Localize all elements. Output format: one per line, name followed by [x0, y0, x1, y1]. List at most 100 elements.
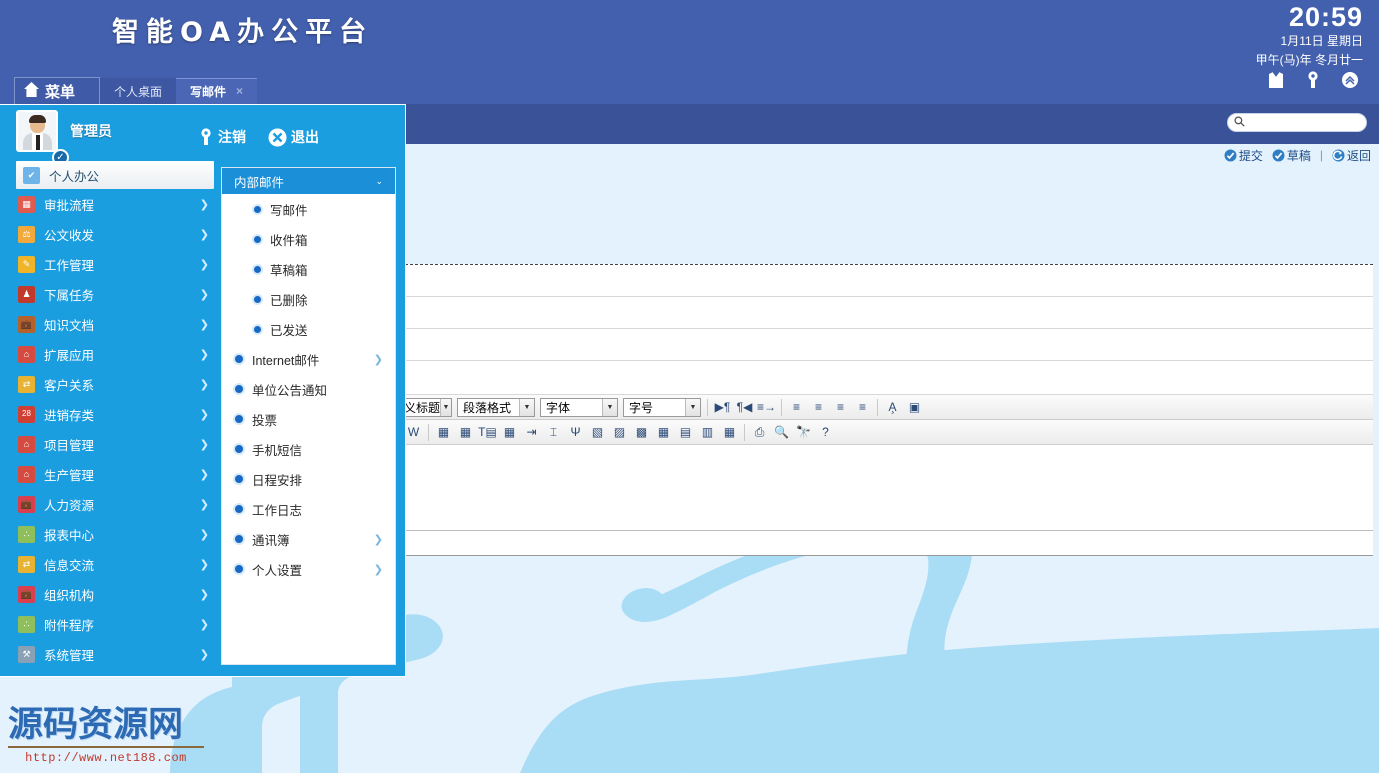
submit-button[interactable]: 提交 — [1224, 147, 1263, 164]
watermark-url: http://www.net188.com — [8, 751, 204, 765]
insert-row-icon[interactable]: ▦ — [499, 422, 520, 443]
chevron-down-icon[interactable]: ▼ — [519, 399, 534, 416]
submenu-item-6[interactable]: Internet邮件❯ — [222, 344, 395, 374]
bullet-icon — [235, 475, 243, 483]
word-doc-icon[interactable]: W — [403, 422, 424, 443]
preview-icon[interactable]: 🔍 — [771, 422, 792, 443]
personal-office-icon: ✔ — [23, 167, 40, 184]
submenu-item-3[interactable]: 草稿箱 — [222, 254, 395, 284]
chevron-right-icon: ❯ — [200, 258, 209, 271]
organization-icon: 💼 — [18, 586, 35, 603]
delete-table-icon[interactable]: ▦ — [455, 422, 476, 443]
menu-item-10[interactable]: ⌂项目管理❯ — [0, 429, 221, 459]
bullet-icon — [254, 236, 261, 243]
table-props-icon[interactable]: T▤ — [477, 422, 498, 443]
menu-item-5[interactable]: ♟下属任务❯ — [0, 279, 221, 309]
table-grid-icon[interactable]: ▦ — [719, 422, 740, 443]
chevron-right-icon: ❯ — [374, 533, 383, 546]
menu-item-14[interactable]: ⇄信息交流❯ — [0, 549, 221, 579]
insert-table-icon[interactable]: ▦ — [433, 422, 454, 443]
menu-item-label: 项目管理 — [44, 435, 94, 454]
submenu-item-label: Internet邮件 — [252, 350, 319, 369]
search-replace-icon[interactable]: 🔭 — [793, 422, 814, 443]
merge-cells-icon[interactable]: ▧ — [587, 422, 608, 443]
menu-button[interactable]: 菜单 — [14, 77, 100, 104]
align-justify-icon[interactable]: ≡ — [852, 397, 873, 418]
human-resource-icon: 💼 — [18, 496, 35, 513]
menu-item-11[interactable]: ⌂生产管理❯ — [0, 459, 221, 489]
insert-col-icon[interactable]: ⌶ — [543, 422, 564, 443]
menu-item-4[interactable]: ✎工作管理❯ — [0, 249, 221, 279]
submenu-item-1[interactable]: 写邮件 — [222, 194, 395, 224]
search-input[interactable] — [1248, 116, 1356, 130]
submenu-item-13[interactable]: 个人设置❯ — [222, 554, 395, 584]
fullscreen-icon[interactable]: ▣ — [904, 397, 925, 418]
rtl-direction-icon[interactable]: ¶◀ — [734, 397, 755, 418]
submenu-item-7[interactable]: 单位公告通知 — [222, 374, 395, 404]
global-search[interactable] — [1227, 113, 1367, 132]
menu-item-2[interactable]: ▦审批流程❯ — [0, 189, 221, 219]
delete-row-icon[interactable]: ⇥ — [521, 422, 542, 443]
submenu-item-4[interactable]: 已删除 — [222, 284, 395, 314]
chevron-down-icon[interactable]: ▼ — [685, 399, 700, 416]
chevron-right-icon: ❯ — [200, 618, 209, 631]
submenu-item-11[interactable]: 工作日志 — [222, 494, 395, 524]
menu-item-15[interactable]: 💼组织机构❯ — [0, 579, 221, 609]
menu-item-17[interactable]: ⚒系统管理❯ — [0, 639, 221, 669]
app-root: 刀... 上传 ✨▼❝📋A▼ab▼≡▼≣▼a▭☰▼☰▼☰▼自定义标题▼段落格式▼… — [0, 0, 1379, 773]
logout-button[interactable]: 注销 — [198, 127, 246, 147]
submenu-item-2[interactable]: 收件箱 — [222, 224, 395, 254]
submenu-item-8[interactable]: 投票 — [222, 404, 395, 434]
submenu-item-9[interactable]: 手机短信 — [222, 434, 395, 464]
menu-item-12[interactable]: 💼人力资源❯ — [0, 489, 221, 519]
delete-col-icon[interactable]: Ψ — [565, 422, 586, 443]
submenu-item-10[interactable]: 日程安排 — [222, 464, 395, 494]
menu-item-3[interactable]: ⚖公文收发❯ — [0, 219, 221, 249]
exit-button[interactable]: 退出 — [268, 127, 319, 147]
toolbar-separator — [428, 424, 429, 441]
report-center-icon: ∴ — [18, 526, 35, 543]
print-icon[interactable]: ⎙ — [749, 422, 770, 443]
chevron-right-icon: ❯ — [200, 528, 209, 541]
align-right-icon[interactable]: ≡ — [830, 397, 851, 418]
avatar[interactable] — [16, 110, 58, 152]
align-center-icon[interactable]: ≡ — [808, 397, 829, 418]
menu-item-16[interactable]: ∴附件程序❯ — [0, 609, 221, 639]
menu-item-6[interactable]: 💼知识文档❯ — [0, 309, 221, 339]
split-cell-icon[interactable]: ▦ — [653, 422, 674, 443]
indent-icon[interactable]: ≡→ — [756, 397, 777, 418]
split-rows-icon[interactable]: ▤ — [675, 422, 696, 443]
chevron-down-icon[interactable]: ▼ — [440, 399, 451, 416]
font-size-select[interactable]: 字号▼ — [623, 398, 701, 417]
menu-item-8[interactable]: ⇄客户关系❯ — [0, 369, 221, 399]
main-menu-dropdown: 管理员 ✓ 注销 退出 ✔ 个人办公 ▦审批流程❯⚖公文收发❯✎工作管理❯♟下属任务… — [0, 104, 406, 677]
bullet-icon — [254, 206, 261, 213]
menu-item-label: 个人办公 — [49, 166, 99, 185]
tab-personal-desktop[interactable]: 个人桌面 — [100, 78, 176, 104]
font-family-select[interactable]: 字体▼ — [540, 398, 618, 417]
split-cols-icon[interactable]: ▥ — [697, 422, 718, 443]
submenu-panel-header[interactable]: 内部邮件 ⌄ — [222, 168, 395, 194]
close-icon[interactable]: × — [236, 84, 243, 98]
submenu-item-5[interactable]: 已发送 — [222, 314, 395, 344]
paragraph-format-select[interactable]: 段落格式▼ — [457, 398, 535, 417]
ltr-direction-icon[interactable]: ▶¶ — [712, 397, 733, 418]
chevron-down-icon[interactable]: ▼ — [602, 399, 617, 416]
merge-right-icon[interactable]: ▨ — [609, 422, 630, 443]
back-button[interactable]: 返回 — [1332, 147, 1371, 164]
spellcheck-icon[interactable]: A̧ — [882, 397, 903, 418]
align-left-icon[interactable]: ≡ — [786, 397, 807, 418]
chevron-right-icon: ❯ — [200, 468, 209, 481]
menu-item-13[interactable]: ∴报表中心❯ — [0, 519, 221, 549]
menu-item-9[interactable]: 28进销存类❯ — [0, 399, 221, 429]
submenu-item-12[interactable]: 通讯簿❯ — [222, 524, 395, 554]
merge-down-icon[interactable]: ▩ — [631, 422, 652, 443]
menu-item-7[interactable]: ⌂扩展应用❯ — [0, 339, 221, 369]
tab-compose-mail[interactable]: 写邮件 × — [176, 78, 257, 104]
chevron-right-icon: ❯ — [200, 438, 209, 451]
draft-button[interactable]: 草稿 — [1272, 147, 1311, 164]
work-management-icon: ✎ — [18, 256, 35, 273]
help-icon[interactable]: ? — [815, 422, 836, 443]
menu-user-header: 管理员 ✓ 注销 退出 — [0, 105, 405, 157]
menu-item-1[interactable]: ✔ 个人办公 — [16, 161, 214, 189]
